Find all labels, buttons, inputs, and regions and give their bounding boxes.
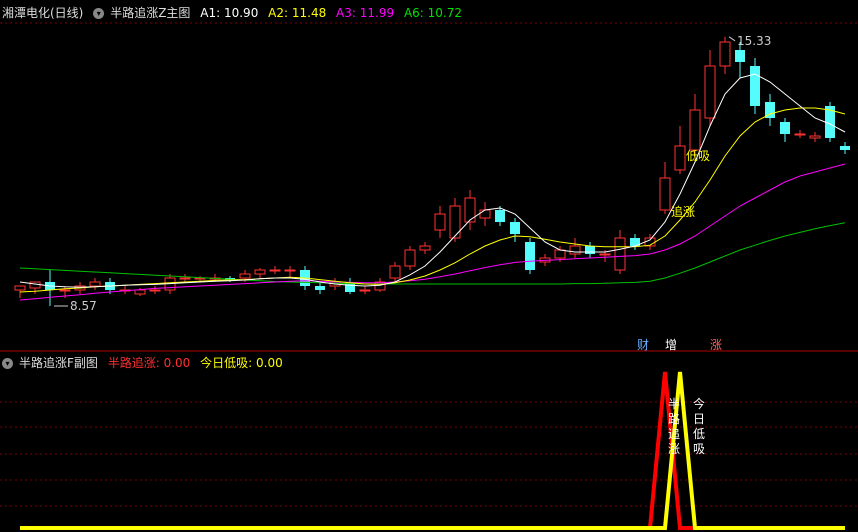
candle-body [780,122,790,134]
candle-body [59,289,71,292]
candle-body [704,65,716,119]
badge-zeng[interactable]: 增 [665,336,677,353]
sub-indicator-name: 半路追涨F副图 [19,356,98,370]
candle-body [554,249,566,259]
candle-body [389,265,401,279]
a1-readout: A1: 10.90 [200,6,259,20]
main-indicator-name: 半路追涨Z主图 [110,6,191,20]
series-jinri-dixi [20,371,845,530]
candle-body [735,50,745,62]
high-marker [728,36,736,42]
candle-body [269,269,281,272]
low-price-label: 8.57 [70,299,97,313]
candle-body [449,205,461,239]
main-chart-panel[interactable]: 15.33 8.57 低吸追涨 湘潭电化(日线) ▾ 半路追涨Z主图 A1: 10.9… [0,0,858,352]
candle-body [239,273,251,279]
candle-body [134,289,146,295]
candle-body [750,66,760,106]
candle-body [599,253,611,256]
annotation-zhuizhang: 追涨 [671,204,695,219]
sub-indicator-menu-icon[interactable]: ▾ [2,358,13,369]
candle-body [404,249,416,267]
stock-name: 湘潭电化(日线) [2,6,84,20]
candle-body [495,210,505,222]
candle-body [719,41,731,67]
candle-body [315,286,325,290]
candle-body [809,135,821,139]
candle-body [29,281,41,289]
candle-body [794,133,806,136]
main-chart-svg: 15.33 8.57 低吸追涨 [0,22,858,352]
candle-body [284,269,296,272]
candle-body [659,177,671,211]
a6-readout: A6: 10.72 [403,6,462,20]
candle-body [14,285,26,291]
series-banlu-zhuizhang [20,371,845,530]
high-price-label: 15.33 [737,34,771,48]
s2-readout: 今日低吸: 0.00 [200,356,283,370]
sub-chart-svg: 半路追涨 今日低吸 [0,371,858,530]
candle-body [510,222,520,234]
peak-label-banlu-zhuizhang: 半路追涨 [668,397,680,456]
annotation-dixi: 低吸 [686,149,710,163]
a3-readout: A3: 11.99 [336,6,395,20]
a2-line [19,107,846,293]
candle-body [840,146,850,150]
sub-chart-panel[interactable]: 半路追涨 今日低吸 ▾ 半路追涨F副图 半路追涨: 0.00 今日低吸: 0.00 [0,352,858,532]
s1-readout: 半路追涨: 0.00 [107,356,191,370]
candle-body [525,242,535,270]
candle-body [689,109,701,151]
a2-readout: A2: 11.48 [268,6,327,20]
candle-body [569,245,581,255]
candle-body [419,245,431,251]
candle-body [149,289,161,292]
a6-line [19,222,846,285]
candle-body [359,289,371,292]
peak-label-jinri-dixi: 今日低吸 [693,396,705,456]
sub-header: ▾ 半路追涨F副图 半路追涨: 0.00 今日低吸: 0.00 [2,354,289,371]
badge-zhang[interactable]: 涨 [710,336,722,353]
candle-body [179,277,191,280]
candle-body [254,269,266,275]
a1-line [19,73,846,288]
main-header: 湘潭电化(日线) ▾ 半路追涨Z主图 A1: 10.90 A2: 11.48 A3… [2,4,468,21]
candle-body [614,237,626,271]
indicator-menu-icon[interactable]: ▾ [93,8,105,19]
candle-body [464,197,476,223]
candle-body [89,281,101,287]
badge-cai[interactable]: 财 [637,336,649,353]
candle-body [674,145,686,171]
candle-body [585,246,595,254]
candle-body [434,213,446,231]
candle-body [479,209,491,219]
a3-line [19,163,846,301]
